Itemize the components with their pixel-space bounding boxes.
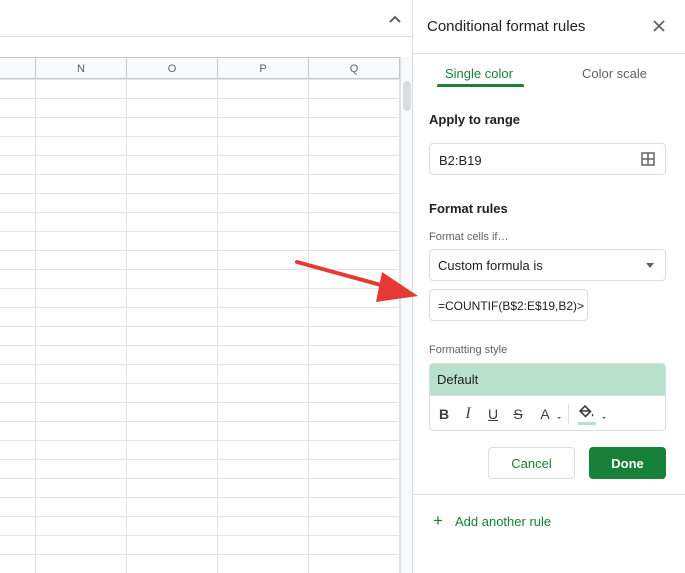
format-rules-label: Format rules — [429, 201, 508, 216]
paint-bucket-icon — [579, 404, 594, 418]
italic-button[interactable]: I — [462, 405, 474, 423]
close-icon — [653, 20, 665, 32]
plus-icon: + — [433, 511, 443, 530]
add-rule-label: Add another rule — [455, 513, 552, 529]
collapse-toolbar-button[interactable] — [383, 7, 407, 31]
done-button[interactable]: Done — [589, 447, 666, 479]
scrollbar-thumb[interactable] — [403, 81, 411, 111]
style-preset-dropdown[interactable]: Default — [430, 364, 665, 395]
custom-formula-input[interactable]: =COUNTIF(B$2:E$19,B2)> — [429, 289, 588, 321]
column-header-o[interactable]: O — [127, 58, 218, 79]
apply-to-range-label: Apply to range — [429, 112, 521, 127]
formatting-style-box: Default B I U S A — [429, 363, 666, 431]
text-color-caret-icon — [557, 417, 561, 419]
dropdown-arrow-icon — [646, 263, 654, 268]
fill-color-swatch — [578, 422, 596, 425]
divider — [413, 494, 685, 495]
column-headers: N O P Q — [0, 57, 400, 79]
column-header-partial[interactable] — [0, 58, 36, 79]
column-header-q[interactable]: Q — [309, 58, 400, 79]
tab-color-scale[interactable]: Color scale — [582, 66, 647, 86]
toolbar-divider — [568, 404, 569, 424]
style-preset-value: Default — [437, 372, 479, 387]
condition-value: Custom formula is — [438, 258, 543, 273]
strikethrough-button[interactable]: S — [512, 405, 524, 423]
conditional-format-panel: Conditional format rules Single color Co… — [412, 0, 685, 573]
spreadsheet-area: N O P Q — [0, 0, 412, 573]
panel-title: Conditional format rules — [427, 18, 586, 35]
chevron-up-icon — [389, 15, 401, 23]
cancel-button[interactable]: Cancel — [488, 447, 575, 479]
grid-select-icon[interactable] — [641, 152, 655, 166]
fill-color-button[interactable] — [578, 403, 596, 421]
column-header-n[interactable]: N — [36, 58, 127, 79]
column-header-p[interactable]: P — [218, 58, 309, 79]
style-toolbar: B I U S A — [430, 395, 665, 430]
bold-button[interactable]: B — [438, 405, 450, 423]
cell-grid[interactable] — [0, 79, 400, 573]
underline-button[interactable]: U — [487, 405, 499, 423]
text-color-button[interactable]: A — [538, 405, 552, 423]
close-panel-button[interactable] — [648, 15, 670, 37]
range-input[interactable]: B2:B19 — [429, 143, 666, 175]
range-value: B2:B19 — [439, 153, 482, 168]
formula-value: =COUNTIF(B$2:E$19,B2)> — [438, 299, 585, 313]
divider — [413, 53, 685, 54]
add-another-rule-button[interactable]: + Add another rule — [433, 511, 552, 530]
active-tab-indicator — [437, 84, 524, 87]
condition-dropdown[interactable]: Custom formula is — [429, 249, 666, 281]
fill-color-caret-icon — [602, 417, 606, 419]
vertical-scrollbar[interactable] — [400, 57, 412, 573]
tab-single-color[interactable]: Single color — [445, 66, 513, 86]
sheet-toolbar — [0, 0, 412, 37]
format-cells-if-label: Format cells if… — [429, 231, 509, 243]
formatting-style-label: Formatting style — [429, 344, 508, 356]
